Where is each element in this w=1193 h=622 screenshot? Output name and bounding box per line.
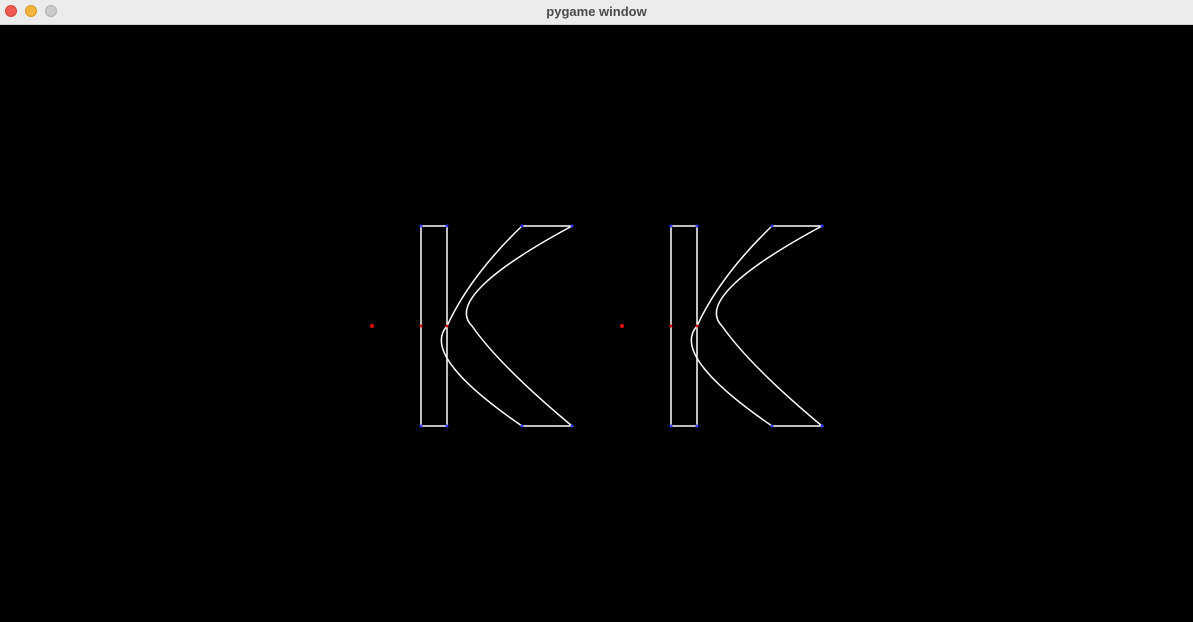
glyph-k-left-anchor: [370, 324, 374, 328]
glyph-k-right-anchor-arm: [695, 324, 699, 328]
glyph-k-right: [620, 224, 825, 428]
glyph-k-left-stem: [420, 225, 448, 427]
glyph-k-left-anchor-arm: [445, 324, 449, 328]
game-canvas[interactable]: [0, 26, 1193, 622]
glyph-k-right-anchor: [620, 324, 624, 328]
glyph-k-left-arm: [440, 225, 575, 427]
glyph-k-right-anchor-stem: [669, 324, 673, 328]
glyph-k-left: [370, 224, 575, 428]
title-bar[interactable]: pygame window: [0, 0, 1193, 25]
glyph-k-left-vertices: [419, 224, 574, 428]
glyph-drawing: [370, 224, 825, 428]
glyph-k-right-arm: [690, 225, 825, 427]
window-title: pygame window: [546, 4, 647, 19]
glyph-k-right-stem: [670, 225, 698, 427]
pygame-window: pygame window: [0, 0, 1193, 622]
glyph-k-left-anchor-stem: [419, 324, 423, 328]
glyph-k-right-vertices: [669, 224, 824, 428]
